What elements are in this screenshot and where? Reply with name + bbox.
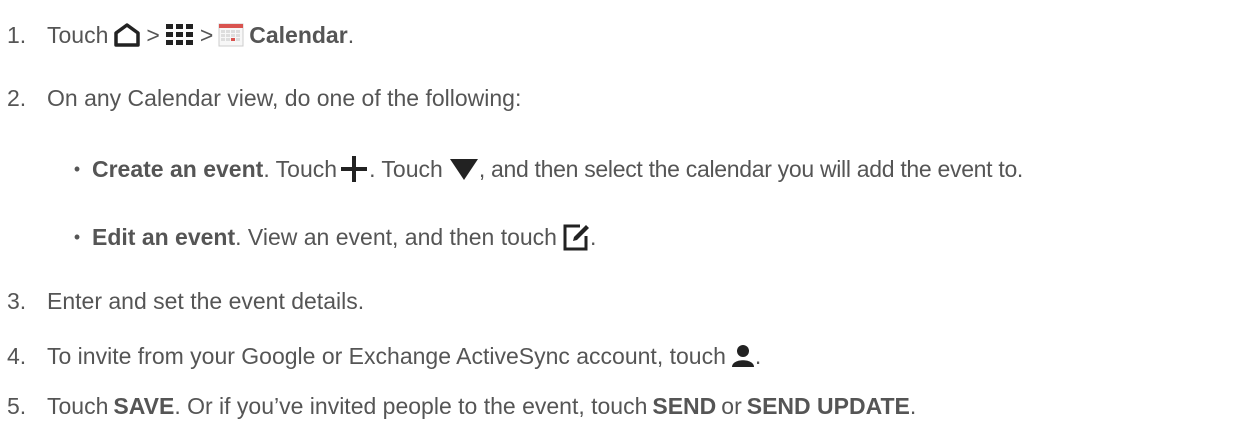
bullet-text: , and then select the calendar you will … xyxy=(478,156,1024,182)
step-2: 2. On any Calendar view, do one of the f… xyxy=(0,83,521,113)
step-text: Enter and set the event details. xyxy=(47,288,365,314)
step-number: 1. xyxy=(7,22,27,48)
bullet-icon: • xyxy=(73,227,81,247)
step-number: 3. xyxy=(7,288,27,314)
separator: > xyxy=(146,22,160,48)
step-text: Touch xyxy=(47,22,109,48)
bullet-create-event: • Create an event . Touch . Touch , and … xyxy=(0,154,1023,184)
send-update-label: SEND UPDATE xyxy=(746,393,910,419)
step-text: . xyxy=(347,22,355,48)
bullet-heading: Create an event xyxy=(92,156,264,182)
bullet-text: . View an event, and then touch xyxy=(235,224,557,250)
dropdown-triangle-icon xyxy=(449,156,479,182)
calendar-app-icon xyxy=(218,23,244,47)
edit-icon xyxy=(562,222,590,252)
step-number: 4. xyxy=(7,343,27,369)
step-text: or xyxy=(721,393,742,419)
bullet-text: . Touch xyxy=(263,156,338,182)
send-label: SEND xyxy=(652,393,717,419)
plus-icon xyxy=(339,154,369,184)
step-5: 5. Touch SAVE . Or if you’ve invited peo… xyxy=(0,391,916,421)
separator: > xyxy=(199,22,214,48)
save-label: SAVE xyxy=(113,393,175,419)
apps-grid-icon xyxy=(165,23,195,47)
bullet-text: . Touch xyxy=(369,156,443,182)
step-text: . Or if you’ve invited people to the eve… xyxy=(174,393,648,419)
bullet-heading: Edit an event xyxy=(92,224,236,250)
step-text: On any Calendar view, do one of the foll… xyxy=(47,85,522,111)
step-1: 1. Touch > > Calendar . xyxy=(0,20,354,50)
step-number: 2. xyxy=(7,85,27,111)
step-text: . xyxy=(754,343,762,369)
step-text: Touch xyxy=(47,393,109,419)
bullet-edit-event: • Edit an event . View an event, and the… xyxy=(0,222,596,252)
step-text: . xyxy=(909,393,917,419)
bullet-text: . xyxy=(589,224,597,250)
home-icon xyxy=(113,22,141,48)
step-number: 5. xyxy=(7,393,27,419)
step-3: 3. Enter and set the event details. xyxy=(0,286,364,316)
person-icon xyxy=(731,344,755,368)
bullet-icon: • xyxy=(73,159,81,179)
step-text: To invite from your Google or Exchange A… xyxy=(47,343,726,369)
step-4: 4. To invite from your Google or Exchang… xyxy=(0,341,761,371)
app-name: Calendar xyxy=(249,22,348,48)
